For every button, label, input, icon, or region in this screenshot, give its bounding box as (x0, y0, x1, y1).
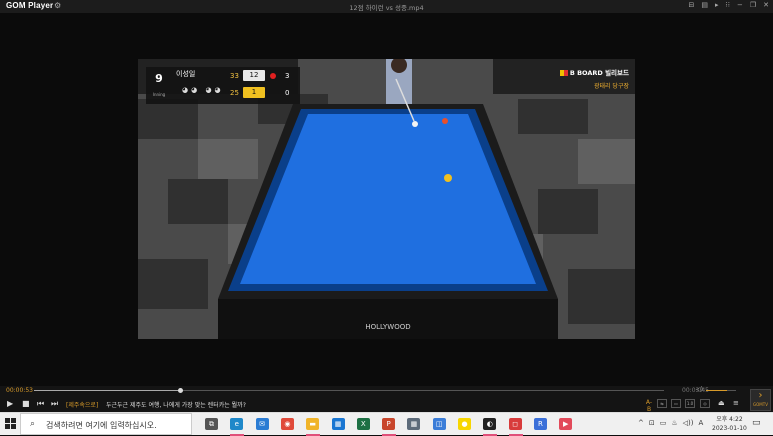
search-input[interactable]: 검색하려면 여기에 입력하십시오. (46, 420, 157, 431)
explorer-icon[interactable]: ▬ (306, 418, 320, 430)
gomtv-label: GOMTV (753, 402, 768, 407)
next-icon[interactable]: ⏭ (51, 399, 58, 409)
control-bar: 00:00:53 00:03:45 ◁) ▶ ■ ⏮ ⏭ [제주속으로] 두근두… (0, 386, 773, 413)
edge-icon[interactable]: e (230, 418, 244, 430)
calculator-icon[interactable]: ▦ (407, 418, 421, 430)
target-score-2: 25 (230, 89, 239, 97)
pinned-app-icon[interactable]: ◻ (508, 418, 522, 430)
gom-player-window: GOM Player ⚙ 12점 하이런 vs 성중.mp4 ⊟ ▤ ▸ ⁝⁝ … (0, 0, 773, 413)
scoreboard: 9 Inning 이성일 ◕◕ ◕◕ 33 12 3 25 1 0 (146, 67, 300, 104)
time-elapsed: 00:00:53 (6, 387, 33, 394)
maximize-button[interactable]: ❐ (750, 1, 756, 9)
screen-icon[interactable]: ▤ (701, 1, 708, 9)
eject-icon[interactable]: ⏏ (718, 399, 725, 407)
subtitle-button[interactable]: ▭ (671, 399, 681, 408)
volume-icon[interactable]: ◁) (696, 386, 703, 393)
github-icon[interactable]: ◐ (483, 418, 497, 430)
mini-play-icon[interactable]: ▸ (715, 1, 719, 9)
excel-icon[interactable]: X (356, 418, 370, 430)
current-score-1: 12 (243, 70, 265, 81)
sets-1: 3 (285, 72, 290, 80)
clock-time: 오후 4:22 (716, 416, 743, 423)
ab-repeat-button[interactable]: A-B (644, 399, 654, 413)
volume-slider[interactable] (706, 390, 736, 391)
minimize-button[interactable]: − (737, 1, 743, 9)
ticker-text[interactable]: 두근두근 제주도 여행, 나에게 가장 맞는 렌터카는 뭘까? (106, 400, 246, 409)
start-button[interactable] (5, 418, 16, 429)
store-icon[interactable]: ▦ (331, 418, 345, 430)
playlist-icon[interactable]: ⊟ (689, 1, 695, 9)
chrome-icon[interactable]: ◉ (280, 418, 294, 430)
video-frame[interactable]: HOLLYWOOD 9 Inning 이성일 ◕◕ ◕◕ 33 12 3 25 … (138, 59, 635, 339)
windows-taskbar: ⌕ 검색하려면 여기에 입력하십시오. ⧉ e ✉ ◉ ▬ ▦ X P ▦ ◫ ● ◐ ◻ R ▶ ^ ⊡ … (0, 412, 773, 436)
speed-button[interactable]: 1.0 (685, 399, 695, 408)
search-icon: ⌕ (30, 419, 36, 429)
notification-icon[interactable]: ▭ (752, 418, 761, 428)
capture-button[interactable]: ◎ (700, 399, 710, 408)
sets-2: 0 (285, 89, 290, 97)
previous-icon[interactable]: ⏮ (37, 399, 44, 409)
tray-network-icon[interactable]: ♨ (671, 419, 677, 427)
target-score-1: 33 (230, 72, 239, 80)
powerpoint-icon[interactable]: P (382, 418, 396, 430)
title-bar: GOM Player ⚙ 12점 하이런 vs 성중.mp4 ⊟ ▤ ▸ ⁝⁝ … (0, 0, 773, 13)
shuffle-button[interactable]: ⇆ (657, 399, 667, 408)
inning-number: 9 (155, 72, 163, 85)
tray-battery-icon[interactable]: ▭ (660, 419, 667, 427)
volume-level (706, 390, 727, 391)
player-name: 이성일 (176, 70, 196, 78)
turn-indicator-icon (270, 73, 276, 79)
rewind-icon[interactable]: R (533, 418, 547, 430)
task-view-icon[interactable]: ⧉ (205, 418, 218, 430)
inning-label: Inning (152, 92, 166, 97)
ticker-tag[interactable]: [제주속으로] (66, 400, 98, 409)
clock-date: 2023-01-10 (712, 425, 747, 432)
taskbar-clock[interactable]: 오후 4:22 2023-01-10 (712, 415, 747, 433)
brand-subtitle: 광태리 당구장 (593, 83, 629, 90)
gom-icon[interactable]: ▶ (559, 418, 573, 430)
seek-progress (34, 390, 180, 391)
table-brand-logo: HOLLYWOOD (365, 323, 410, 331)
brand-flag-icon (559, 70, 568, 76)
stop-icon[interactable]: ■ (22, 399, 30, 408)
system-tray: ^ ⊡ ▭ ♨ ◁)) A (638, 419, 703, 427)
kakaotalk-icon[interactable]: ● (458, 418, 471, 430)
photo-icon[interactable]: ◫ (432, 418, 446, 430)
mail-icon[interactable]: ✉ (255, 418, 269, 430)
seek-handle[interactable] (177, 388, 183, 393)
menu-icon[interactable]: ≡ (733, 399, 739, 407)
tray-volume-icon[interactable]: ◁)) (683, 419, 694, 427)
close-button[interactable]: ✕ (763, 1, 769, 9)
window-controls: ⊟ ▤ ▸ ⁝⁝ − ❐ ✕ (689, 1, 770, 9)
gomtv-button[interactable]: › GOMTV (750, 389, 771, 411)
window-title: 12점 하이런 vs 성중.mp4 (349, 4, 424, 12)
current-score-2: 1 (243, 87, 265, 98)
tray-device-icon[interactable]: ⊡ (649, 419, 655, 427)
tray-ime-icon[interactable]: A (699, 419, 704, 427)
player-avatar-icon: ◕◕ ◕◕ (182, 86, 224, 94)
venue-brand: B BOARD 빌리보드 광태리 당구장 (553, 67, 629, 95)
tray-chevron-icon[interactable]: ^ (638, 419, 644, 427)
brand-name: B BOARD 빌리보드 (569, 69, 629, 77)
taskbar-search[interactable]: ⌕ 검색하려면 여기에 입력하십시오. (20, 413, 192, 435)
chevron-right-icon: › (758, 390, 763, 401)
compact-icon[interactable]: ⁝⁝ (726, 1, 730, 9)
seek-bar[interactable] (34, 388, 664, 393)
play-icon[interactable]: ▶ (7, 399, 13, 408)
